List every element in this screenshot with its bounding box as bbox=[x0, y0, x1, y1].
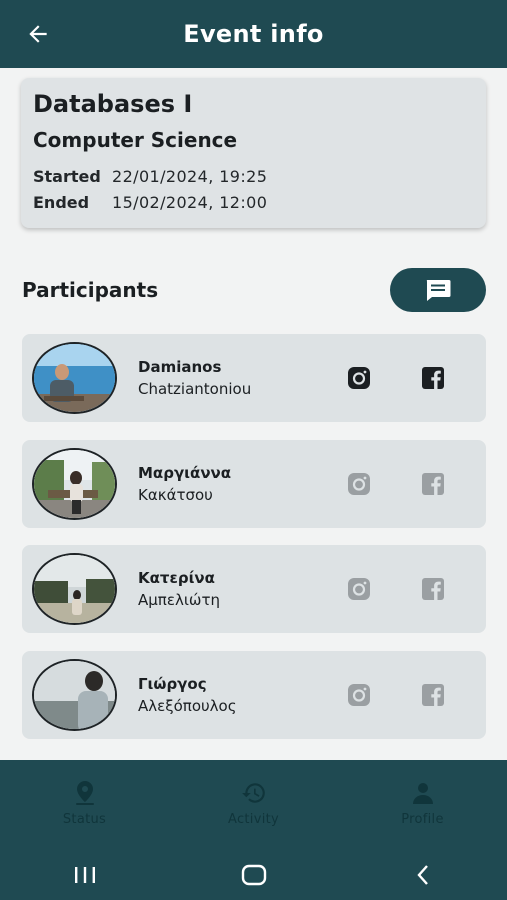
chat-button[interactable] bbox=[390, 268, 486, 312]
participant-last-name: Chatziantoniou bbox=[138, 380, 252, 398]
nav-item-status[interactable]: Status bbox=[0, 760, 169, 850]
participant-card[interactable]: Γιώργος Αλεξόπουλος bbox=[22, 651, 486, 739]
ended-label: Ended bbox=[33, 193, 90, 212]
participant-name: Damianos Chatziantoniou bbox=[138, 356, 251, 400]
participant-name: Κατερίνα Αμπελιώτη bbox=[138, 567, 220, 611]
nav-label-status: Status bbox=[62, 812, 107, 827]
instagram-icon[interactable] bbox=[347, 472, 371, 496]
event-started-row: Started 22/01/2024, 19:25 bbox=[33, 164, 474, 190]
avatar bbox=[32, 448, 117, 520]
avatar bbox=[32, 342, 117, 414]
participant-card[interactable]: Μαργιάννα Κακάτσου bbox=[22, 440, 486, 528]
chevron-left-icon bbox=[416, 865, 428, 885]
avatar bbox=[32, 659, 117, 731]
participant-first-name: Damianos bbox=[138, 358, 222, 376]
facebook-icon[interactable] bbox=[421, 577, 445, 601]
instagram-icon[interactable] bbox=[347, 577, 371, 601]
home-button[interactable] bbox=[234, 860, 274, 890]
participant-name: Γιώργος Αλεξόπουλος bbox=[138, 673, 237, 717]
facebook-icon[interactable] bbox=[421, 366, 445, 390]
participants-header: Participants bbox=[22, 268, 486, 312]
event-subtitle: Computer Science bbox=[33, 128, 238, 152]
back-button[interactable] bbox=[22, 18, 54, 50]
bottom-navigation: Status Activity Profile bbox=[0, 760, 507, 850]
nav-label-profile: Profile bbox=[401, 812, 444, 827]
participant-first-name: Μαργιάννα bbox=[138, 464, 232, 482]
participants-title: Participants bbox=[22, 278, 159, 302]
app-bar: Event info bbox=[0, 0, 507, 68]
participant-last-name: Κακάτσου bbox=[138, 486, 213, 504]
nav-label-activity: Activity bbox=[227, 812, 280, 827]
started-label: Started bbox=[33, 167, 101, 186]
started-value: 22/01/2024, 19:25 bbox=[112, 167, 268, 186]
system-navigation-bar bbox=[0, 850, 507, 900]
history-icon bbox=[241, 783, 265, 803]
recent-apps-icon bbox=[74, 867, 95, 883]
recent-apps-button[interactable] bbox=[65, 860, 105, 890]
event-title: Databases I bbox=[33, 90, 193, 118]
participant-first-name: Γιώργος bbox=[138, 675, 207, 693]
message-icon bbox=[426, 280, 451, 301]
person-icon bbox=[412, 783, 433, 804]
participant-last-name: Αλεξόπουλος bbox=[138, 697, 237, 715]
instagram-icon[interactable] bbox=[347, 683, 371, 707]
participant-name: Μαργιάννα Κακάτσου bbox=[138, 462, 231, 506]
arrow-left-icon bbox=[29, 25, 47, 43]
nav-item-profile[interactable]: Profile bbox=[338, 760, 507, 850]
home-icon bbox=[241, 864, 266, 886]
avatar bbox=[32, 553, 117, 625]
location-pin-icon bbox=[75, 781, 94, 805]
page-title: Event info bbox=[183, 20, 324, 48]
system-back-button[interactable] bbox=[403, 860, 443, 890]
facebook-icon[interactable] bbox=[421, 472, 445, 496]
nav-item-activity[interactable]: Activity bbox=[169, 760, 338, 850]
participant-card[interactable]: Damianos Chatziantoniou bbox=[22, 334, 486, 422]
participant-card[interactable]: Κατερίνα Αμπελιώτη bbox=[22, 545, 486, 633]
participant-first-name: Κατερίνα bbox=[138, 569, 215, 587]
event-ended-row: Ended 15/02/2024, 12:00 bbox=[33, 190, 474, 216]
instagram-icon[interactable] bbox=[347, 366, 371, 390]
participant-last-name: Αμπελιώτη bbox=[138, 591, 220, 609]
event-info-card: Databases I Computer Science Started 22/… bbox=[21, 78, 486, 228]
facebook-icon[interactable] bbox=[421, 683, 445, 707]
ended-value: 15/02/2024, 12:00 bbox=[112, 193, 268, 212]
